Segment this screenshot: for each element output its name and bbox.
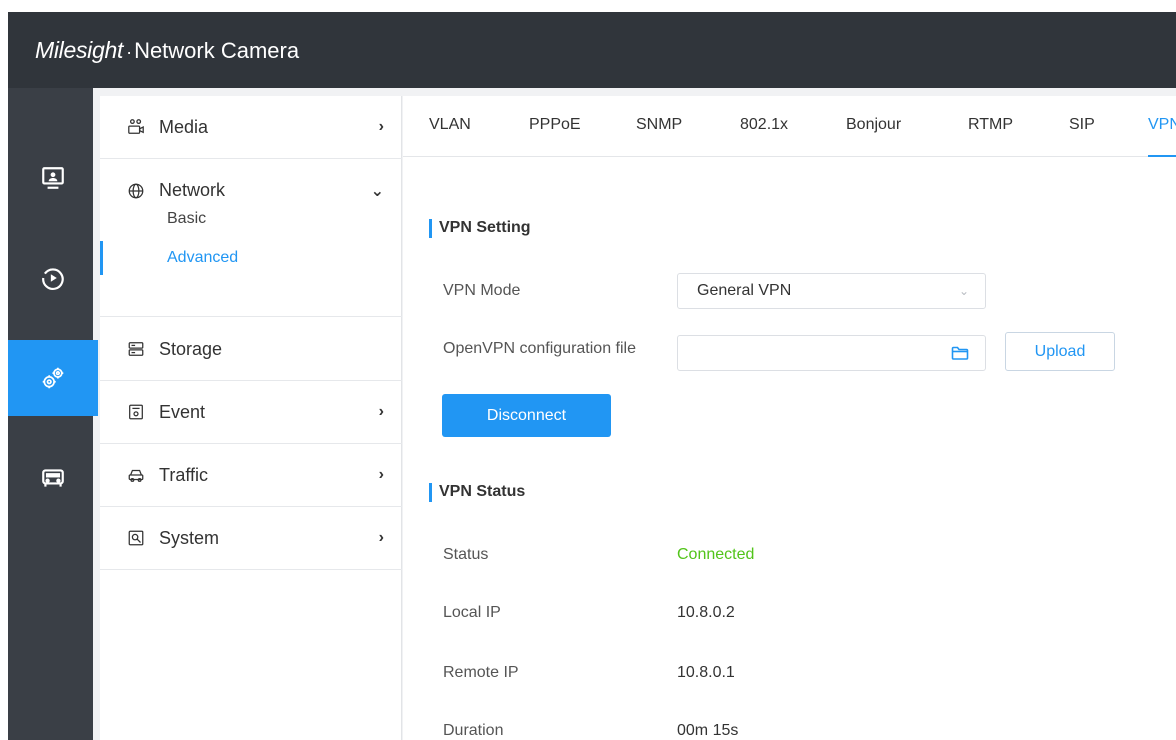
storage-icon [126, 339, 146, 359]
openvpn-config-file-input[interactable] [677, 335, 986, 371]
tab-snmp[interactable]: SNMP [636, 96, 682, 157]
rail-playback[interactable] [8, 240, 98, 316]
brand-name: Milesight [35, 36, 124, 63]
chevron-right-icon: › [378, 529, 384, 546]
tab-sip[interactable]: SIP [1069, 96, 1095, 157]
chevron-right-icon: › [378, 466, 384, 483]
submenu-link-basic[interactable]: Basic [100, 200, 402, 238]
rail-traffic[interactable] [8, 440, 98, 516]
duration-label: Duration [443, 722, 504, 739]
folder-icon[interactable] [951, 345, 969, 361]
openvpn-config-label: OpenVPN configuration file [443, 340, 636, 357]
remote-ip-value: 10.8.0.1 [677, 664, 735, 681]
car-icon [126, 465, 146, 485]
car-icon [42, 469, 64, 487]
app-logo: Milesight · Network Camera [35, 37, 299, 64]
app-frame: Milesight · Network Camera Media › Netwo… [8, 12, 1176, 740]
rail-settings[interactable] [8, 340, 98, 416]
local-ip-label: Local IP [443, 604, 501, 621]
tab-8021x[interactable]: 802.1x [740, 96, 788, 157]
play-circle-icon [42, 268, 64, 290]
tab-pppoe[interactable]: PPPoE [529, 96, 581, 157]
network-submenu-group: Basic Advanced [100, 159, 402, 317]
menu-item-system[interactable]: System › [100, 507, 402, 570]
chevron-right-icon: › [378, 118, 384, 135]
event-icon [126, 402, 146, 422]
settings-submenu: Media › Network ⌄ Basic Advanced Storage… [100, 96, 402, 740]
main-nav-rail [8, 88, 98, 740]
section-title-vpn-setting: VPN Setting [429, 218, 531, 238]
top-header: Milesight · Network Camera [8, 12, 1176, 88]
submenu-link-advanced[interactable]: Advanced [100, 239, 402, 277]
product-name: Network Camera [134, 37, 300, 63]
disconnect-button[interactable]: Disconnect [442, 394, 611, 437]
menu-label-storage: Storage [159, 338, 223, 359]
tab-bonjour[interactable]: Bonjour [846, 96, 901, 157]
status-value: Connected [677, 546, 755, 563]
camera-people-icon [126, 117, 146, 137]
section-title-vpn-status: VPN Status [429, 482, 525, 502]
menu-label-media: Media [159, 116, 209, 137]
tab-vpn[interactable]: VPN [1148, 96, 1176, 157]
menu-item-storage[interactable]: Storage [100, 318, 402, 381]
vpn-mode-value: General VPN [697, 282, 792, 299]
tab-vlan[interactable]: VLAN [429, 96, 471, 157]
menu-label-event: Event [159, 401, 206, 422]
system-icon [126, 528, 146, 548]
content-panel: VLAN PPPoE SNMP 802.1x Bonjour RTMP SIP … [403, 96, 1176, 740]
tab-rtmp[interactable]: RTMP [968, 96, 1013, 157]
duration-value: 00m 15s [677, 722, 739, 739]
local-ip-value: 10.8.0.2 [677, 604, 735, 621]
menu-item-event[interactable]: Event › [100, 381, 402, 444]
upload-button[interactable]: Upload [1005, 332, 1115, 371]
vpn-mode-select[interactable]: General VPN ⌄ [677, 273, 986, 309]
chevron-down-icon: ⌄ [958, 284, 969, 298]
gears-icon [42, 367, 64, 389]
monitor-icon [42, 167, 64, 189]
menu-item-traffic[interactable]: Traffic › [100, 444, 402, 507]
tab-bar: VLAN PPPoE SNMP 802.1x Bonjour RTMP SIP … [403, 96, 1176, 157]
brand-separator: · [126, 41, 133, 62]
menu-label-system: System [159, 527, 220, 548]
menu-label-traffic: Traffic [159, 464, 209, 485]
rail-live-view[interactable] [8, 140, 98, 216]
menu-item-media[interactable]: Media › [100, 96, 402, 159]
status-label: Status [443, 546, 489, 563]
chevron-right-icon: › [378, 403, 384, 420]
remote-ip-label: Remote IP [443, 664, 519, 681]
vpn-mode-label: VPN Mode [443, 282, 521, 299]
